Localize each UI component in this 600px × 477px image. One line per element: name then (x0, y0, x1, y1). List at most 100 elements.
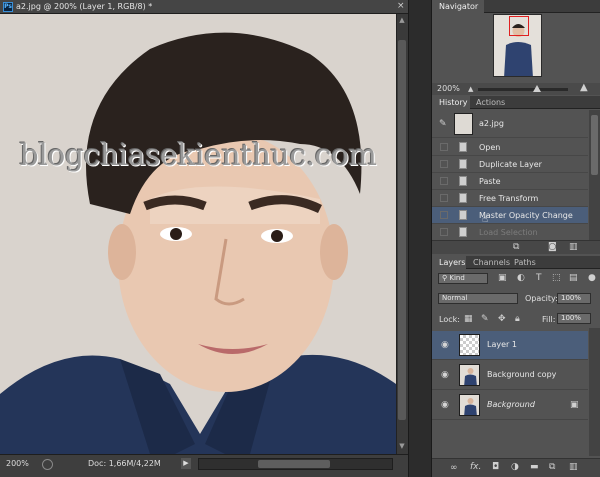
lock-position-icon[interactable]: ✥ (498, 314, 506, 324)
filter-pixel-icon[interactable]: ▣ (498, 273, 507, 283)
filter-toggle-icon[interactable]: ● (588, 273, 596, 283)
tab-channels[interactable]: Channels (473, 258, 510, 267)
snapshot-label: a2.jpg (479, 119, 504, 128)
history-brush-checkbox[interactable] (440, 194, 448, 202)
watermark-text: blogchiasekienthuc.com (19, 138, 377, 173)
tab-paths[interactable]: Paths (514, 258, 536, 267)
lock-transparent-pixels-icon[interactable]: ▦ (464, 314, 473, 324)
layer-row-background-copy[interactable]: ◉ Background copy (432, 361, 588, 390)
zoom-level-field[interactable]: 200% (6, 459, 36, 471)
document-icon (459, 159, 467, 169)
history-item-label: Load Selection (479, 228, 538, 237)
history-snapshot[interactable]: ✎ a2.jpg (432, 110, 588, 138)
vertical-scroll-thumb[interactable] (398, 40, 406, 420)
history-brush-checkbox[interactable] (440, 160, 448, 168)
history-item-label: Paste (479, 177, 501, 186)
info-menu-arrow-icon[interactable]: ▶ (181, 458, 191, 469)
horizontal-scroll-thumb[interactable] (258, 460, 330, 468)
panel-dock-strip (408, 0, 432, 477)
tab-history[interactable]: History (439, 98, 467, 107)
filter-type-icon[interactable]: T (536, 273, 542, 283)
document-icon (459, 227, 467, 237)
layer-thumbnail-image (464, 368, 477, 385)
lock-image-pixels-icon[interactable]: ✎ (481, 314, 489, 324)
history-item-duplicate-layer[interactable]: Duplicate Layer (432, 156, 588, 173)
history-item-label: Free Transform (479, 194, 539, 203)
history-brush-checkbox[interactable] (440, 211, 448, 219)
layer-name[interactable]: Layer 1 (487, 340, 517, 349)
filter-smart-object-icon[interactable]: ▤ (569, 273, 578, 283)
blend-mode-value: Normal (442, 294, 468, 302)
layer-name[interactable]: Background copy (487, 370, 556, 379)
history-brush-source-icon[interactable]: ✎ (439, 119, 447, 129)
fill-field[interactable]: 100% (557, 313, 591, 324)
layer-name[interactable]: Background (487, 400, 535, 409)
mask-icon[interactable]: ◘ (492, 462, 499, 472)
lock-all-icon[interactable]: 🔒︎ (515, 314, 520, 324)
lock-label: Lock: (439, 315, 460, 324)
zoom-in-mountain-icon[interactable]: ▲ (580, 83, 588, 93)
blend-mode-select[interactable]: Normal (438, 293, 518, 304)
history-item-free-transform[interactable]: Free Transform (432, 190, 588, 207)
filter-kind-select[interactable]: ⚲ Kind (438, 273, 488, 284)
tab-navigator[interactable]: Navigator (439, 2, 478, 11)
navigator-zoom-slider-knob[interactable] (533, 85, 541, 92)
document-icon (459, 193, 467, 203)
eye-visibility-icon[interactable]: ◉ (441, 370, 449, 380)
layer-row-layer-1[interactable]: ◉ Layer 1 (432, 331, 588, 360)
portrait-photo (0, 14, 396, 454)
history-item-label: Duplicate Layer (479, 160, 542, 169)
trash-icon[interactable]: ▥ (569, 462, 578, 472)
close-document-button[interactable]: × (397, 1, 405, 11)
navigator-view-box[interactable] (509, 16, 529, 36)
camera-snapshot-icon[interactable]: ◙ (548, 242, 557, 252)
history-item-master-opacity-change[interactable]: Master Opacity Change ☝ (432, 207, 588, 225)
eye-visibility-icon[interactable]: ◉ (441, 400, 449, 410)
history-item-paste[interactable]: Paste (432, 173, 588, 190)
history-panel-header: History Actions (432, 96, 600, 109)
layer-thumbnail-image (464, 398, 477, 415)
history-brush-checkbox[interactable] (440, 143, 448, 151)
trash-icon[interactable]: ▥ (569, 242, 578, 252)
filter-shape-icon[interactable]: ⬚ (552, 273, 561, 283)
zoom-out-mountain-icon[interactable]: ▲ (468, 84, 473, 94)
opacity-value: 100% (561, 294, 582, 302)
adjustment-icon[interactable]: ◑ (511, 462, 519, 472)
folder-icon[interactable]: ▬ (530, 462, 539, 472)
opacity-field[interactable]: 100% (557, 293, 591, 304)
filter-adjustment-icon[interactable]: ◐ (517, 273, 525, 283)
filter-kind-label: Kind (449, 274, 465, 282)
new-document-from-state-icon[interactable]: ⧉ (513, 242, 519, 252)
layers-scrollbar[interactable] (589, 328, 600, 456)
layer-row-background[interactable]: ◉ Background ▣ (432, 391, 588, 420)
history-item-load-selection[interactable]: Load Selection (432, 224, 588, 241)
tab-actions[interactable]: Actions (476, 98, 505, 107)
lock-icon: ▣ (570, 400, 579, 410)
layer-thumbnail (459, 364, 480, 386)
document-icon (459, 142, 467, 152)
link-icon[interactable]: ∞ (450, 463, 458, 473)
document-size-info: Doc: 1,66M/4,22M (88, 459, 161, 468)
history-brush-checkbox[interactable] (440, 228, 448, 236)
status-info-icon[interactable] (42, 459, 53, 470)
navigator-zoom-slider[interactable] (478, 88, 568, 91)
document-icon (459, 210, 467, 220)
history-item-label: Master Opacity Change (479, 211, 573, 220)
fx-icon[interactable]: fx. (470, 462, 481, 472)
new-layer-icon[interactable]: ⧉ (549, 462, 555, 472)
history-item-open[interactable]: Open (432, 139, 588, 156)
photoshop-logo-icon: Ps (3, 2, 13, 12)
navigator-zoom-value[interactable]: 200% (437, 84, 460, 93)
image-canvas[interactable] (0, 14, 396, 454)
scroll-down-arrow-icon[interactable]: ▼ (396, 440, 408, 452)
fill-value: 100% (561, 314, 582, 322)
snapshot-thumbnail (454, 113, 473, 135)
tab-layers[interactable]: Layers (439, 258, 465, 267)
history-scroll-thumb[interactable] (591, 115, 598, 175)
scroll-up-arrow-icon[interactable]: ▲ (396, 14, 408, 26)
layer-thumbnail (459, 394, 480, 416)
eye-visibility-icon[interactable]: ◉ (441, 340, 449, 350)
opacity-label: Opacity: (525, 294, 558, 303)
history-brush-checkbox[interactable] (440, 177, 448, 185)
document-title[interactable]: a2.jpg @ 200% (Layer 1, RGB/8) * (16, 2, 152, 11)
